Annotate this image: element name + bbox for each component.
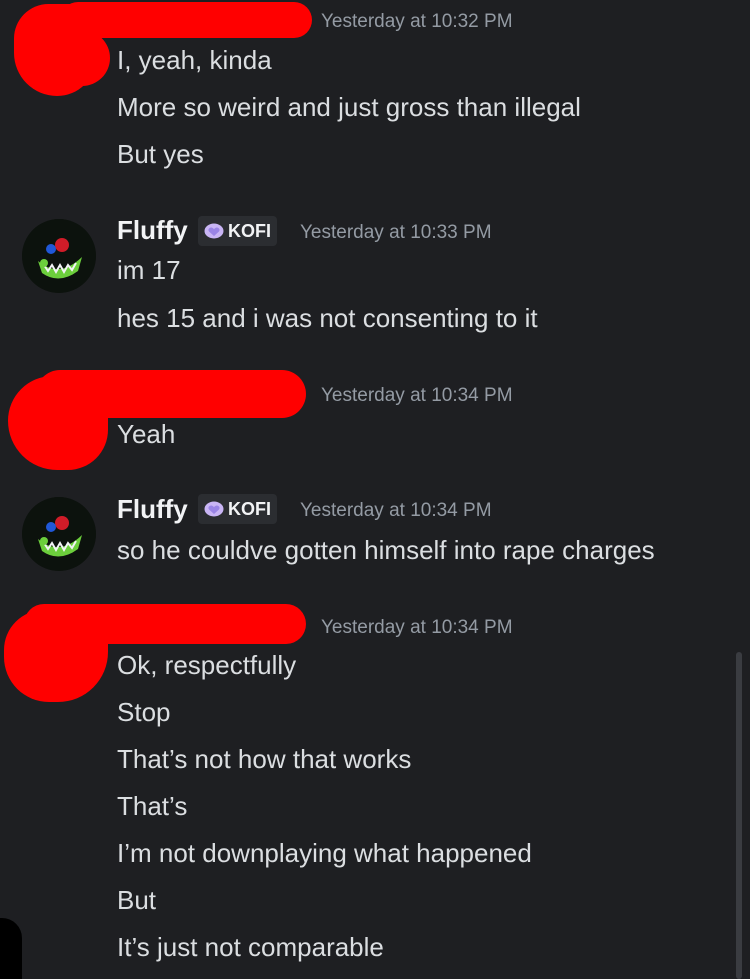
message-text: Stop [117,697,171,727]
message-timestamp: Yesterday at 10:34 PM [300,500,492,521]
scrollbar[interactable] [736,652,742,979]
badge-label: KOFI [228,220,271,241]
redaction-stroke [30,30,110,86]
message-text: Yeah [117,419,176,449]
heart-icon [204,501,224,517]
kofi-badge[interactable]: KOFI [198,494,277,524]
screen-corner [0,918,22,979]
message-text: hes 15 and i was not consenting to it [117,303,538,333]
username[interactable]: Fluffy [117,215,188,245]
kofi-badge[interactable]: KOFI [198,216,277,246]
fluffy-avatar-icon[interactable] [22,219,96,293]
message-text: im 17 [117,255,181,285]
fluffy-avatar-icon[interactable] [22,497,96,571]
username[interactable]: Fluffy [117,494,188,524]
heart-icon [204,223,224,239]
redacted-username [60,2,312,38]
message-text: I’m not downplaying what happened [117,838,532,868]
message-text: That’s not how that works [117,744,412,774]
message-text: But yes [117,139,204,169]
message-timestamp: Yesterday at 10:32 PM [321,11,513,32]
redacted-username [24,604,306,644]
message-timestamp: Yesterday at 10:34 PM [321,385,513,406]
message-text: Ok, respectfully [117,650,297,680]
chat-message-list: Yesterday at 10:32 PM I, yeah, kinda Mor… [0,0,750,979]
message-text: so he couldve gotten himself into rape c… [117,535,655,565]
message-text: That’s [117,791,188,821]
message-text: It’s just not comparable [117,932,384,962]
message-timestamp: Yesterday at 10:34 PM [321,617,513,638]
message-timestamp: Yesterday at 10:33 PM [300,222,492,243]
redacted-username [36,370,306,418]
badge-label: KOFI [228,498,271,519]
message-text: I, yeah, kinda [117,45,272,75]
message-text: More so weird and just gross than illega… [117,92,581,122]
message-text: But [117,885,157,915]
